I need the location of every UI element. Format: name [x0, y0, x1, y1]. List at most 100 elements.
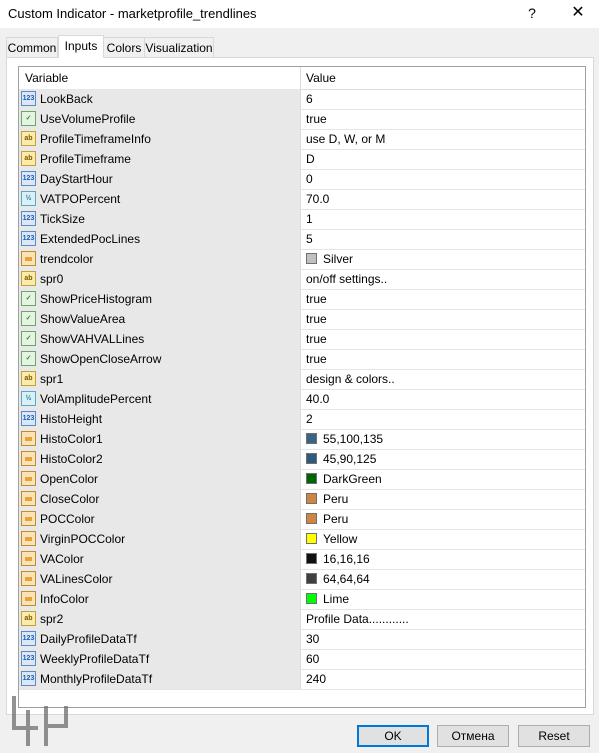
- param-name: ProfileTimeframeInfo: [40, 132, 151, 146]
- bool-type-icon: ✓: [21, 311, 36, 326]
- param-row[interactable]: 123 DailyProfileDataTf 30: [19, 629, 585, 650]
- param-row[interactable]: 123 LookBack 6: [19, 89, 585, 110]
- param-row[interactable]: ab ProfileTimeframeInfo use D, W, or M: [19, 129, 585, 150]
- param-value[interactable]: Silver: [323, 252, 353, 266]
- int-type-icon: 123: [21, 91, 36, 106]
- header-value[interactable]: Value: [306, 71, 336, 85]
- param-value[interactable]: 64,64,64: [323, 572, 370, 586]
- clr-type-icon: [21, 511, 36, 526]
- param-value[interactable]: Profile Data............: [306, 612, 409, 626]
- param-value[interactable]: 60: [306, 652, 319, 666]
- param-value[interactable]: DarkGreen: [323, 472, 382, 486]
- param-value[interactable]: 55,100,135: [323, 432, 383, 446]
- color-swatch[interactable]: [306, 253, 317, 264]
- param-row[interactable]: ✓ UseVolumeProfile true: [19, 109, 585, 130]
- param-row[interactable]: 123 DayStartHour 0: [19, 169, 585, 190]
- param-value[interactable]: 30: [306, 632, 319, 646]
- param-row[interactable]: VAColor 16,16,16: [19, 549, 585, 570]
- param-row[interactable]: 123 WeeklyProfileDataTf 60: [19, 649, 585, 670]
- param-row[interactable]: 123 MonthlyProfileDataTf 240: [19, 669, 585, 690]
- column-divider: [300, 589, 301, 609]
- param-row[interactable]: ab ProfileTimeframe D: [19, 149, 585, 170]
- param-row[interactable]: ✓ ShowValueArea true: [19, 309, 585, 330]
- param-row[interactable]: VirginPOCColor Yellow: [19, 529, 585, 550]
- param-value[interactable]: D: [306, 152, 315, 166]
- str-type-icon: ab: [21, 611, 36, 626]
- param-row[interactable]: ½ VATPOPercent 70.0: [19, 189, 585, 210]
- close-button[interactable]: ✕: [566, 3, 590, 23]
- param-name: CloseColor: [40, 492, 100, 506]
- param-row[interactable]: OpenColor DarkGreen: [19, 469, 585, 490]
- param-value[interactable]: Peru: [323, 492, 348, 506]
- param-value[interactable]: true: [306, 332, 327, 346]
- ok-button[interactable]: OK: [357, 725, 429, 747]
- param-value[interactable]: 40.0: [306, 392, 329, 406]
- param-row[interactable]: 123 TickSize 1: [19, 209, 585, 230]
- tab-inputs[interactable]: Inputs: [58, 35, 104, 58]
- color-swatch[interactable]: [306, 473, 317, 484]
- reset-button[interactable]: Reset: [518, 725, 590, 747]
- param-row[interactable]: ½ VolAmplitudePercent 40.0: [19, 389, 585, 410]
- dbl-type-icon: ½: [21, 191, 36, 206]
- color-swatch[interactable]: [306, 593, 317, 604]
- param-name: POCColor: [40, 512, 95, 526]
- param-value[interactable]: design & colors..: [306, 372, 395, 386]
- color-swatch[interactable]: [306, 453, 317, 464]
- color-swatch[interactable]: [306, 493, 317, 504]
- tab-common[interactable]: Common: [6, 37, 58, 58]
- tab-colors[interactable]: Colors: [102, 37, 146, 58]
- param-row[interactable]: trendcolor Silver: [19, 249, 585, 270]
- param-value[interactable]: 1: [306, 212, 313, 226]
- param-row[interactable]: ab spr0 on/off settings..: [19, 269, 585, 290]
- param-value[interactable]: true: [306, 292, 327, 306]
- tab-visualization[interactable]: Visualization: [144, 37, 214, 58]
- param-value[interactable]: Lime: [323, 592, 349, 606]
- param-value[interactable]: 45,90,125: [323, 452, 376, 466]
- param-value[interactable]: 70.0: [306, 192, 329, 206]
- clr-type-icon: [21, 471, 36, 486]
- color-swatch[interactable]: [306, 513, 317, 524]
- param-value[interactable]: true: [306, 312, 327, 326]
- help-button[interactable]: ?: [520, 3, 544, 23]
- color-swatch[interactable]: [306, 553, 317, 564]
- param-row[interactable]: ab spr1 design & colors..: [19, 369, 585, 390]
- param-row[interactable]: 123 ExtendedPocLines 5: [19, 229, 585, 250]
- param-row[interactable]: HistoColor1 55,100,135: [19, 429, 585, 450]
- column-divider: [300, 489, 301, 509]
- param-value[interactable]: 5: [306, 232, 313, 246]
- param-row[interactable]: VALinesColor 64,64,64: [19, 569, 585, 590]
- clr-type-icon: [21, 531, 36, 546]
- param-row[interactable]: POCColor Peru: [19, 509, 585, 530]
- color-swatch[interactable]: [306, 573, 317, 584]
- param-value[interactable]: true: [306, 112, 327, 126]
- param-value[interactable]: 16,16,16: [323, 552, 370, 566]
- param-value[interactable]: true: [306, 352, 327, 366]
- param-name: ShowPriceHistogram: [40, 292, 153, 306]
- param-value[interactable]: 2: [306, 412, 313, 426]
- param-value[interactable]: Peru: [323, 512, 348, 526]
- column-divider: [300, 509, 301, 529]
- param-row[interactable]: ✓ ShowOpenCloseArrow true: [19, 349, 585, 370]
- param-value[interactable]: 240: [306, 672, 326, 686]
- param-row[interactable]: ab spr2 Profile Data............: [19, 609, 585, 630]
- color-swatch[interactable]: [306, 533, 317, 544]
- column-divider: [300, 649, 301, 669]
- param-row[interactable]: CloseColor Peru: [19, 489, 585, 510]
- param-name: ProfileTimeframe: [40, 152, 131, 166]
- param-row[interactable]: ✓ ShowVAHVALLines true: [19, 329, 585, 350]
- param-value[interactable]: 6: [306, 92, 313, 106]
- param-value[interactable]: on/off settings..: [306, 272, 387, 286]
- color-swatch[interactable]: [306, 433, 317, 444]
- param-name: VATPOPercent: [40, 192, 121, 206]
- param-row[interactable]: InfoColor Lime: [19, 589, 585, 610]
- param-name: InfoColor: [40, 592, 89, 606]
- cancel-button[interactable]: Отмена: [437, 725, 509, 747]
- param-value[interactable]: use D, W, or M: [306, 132, 385, 146]
- param-row[interactable]: ✓ ShowPriceHistogram true: [19, 289, 585, 310]
- column-divider: [300, 669, 301, 689]
- header-variable[interactable]: Variable: [25, 71, 68, 85]
- param-row[interactable]: HistoColor2 45,90,125: [19, 449, 585, 470]
- param-value[interactable]: Yellow: [323, 532, 357, 546]
- param-value[interactable]: 0: [306, 172, 313, 186]
- param-row[interactable]: 123 HistoHeight 2: [19, 409, 585, 430]
